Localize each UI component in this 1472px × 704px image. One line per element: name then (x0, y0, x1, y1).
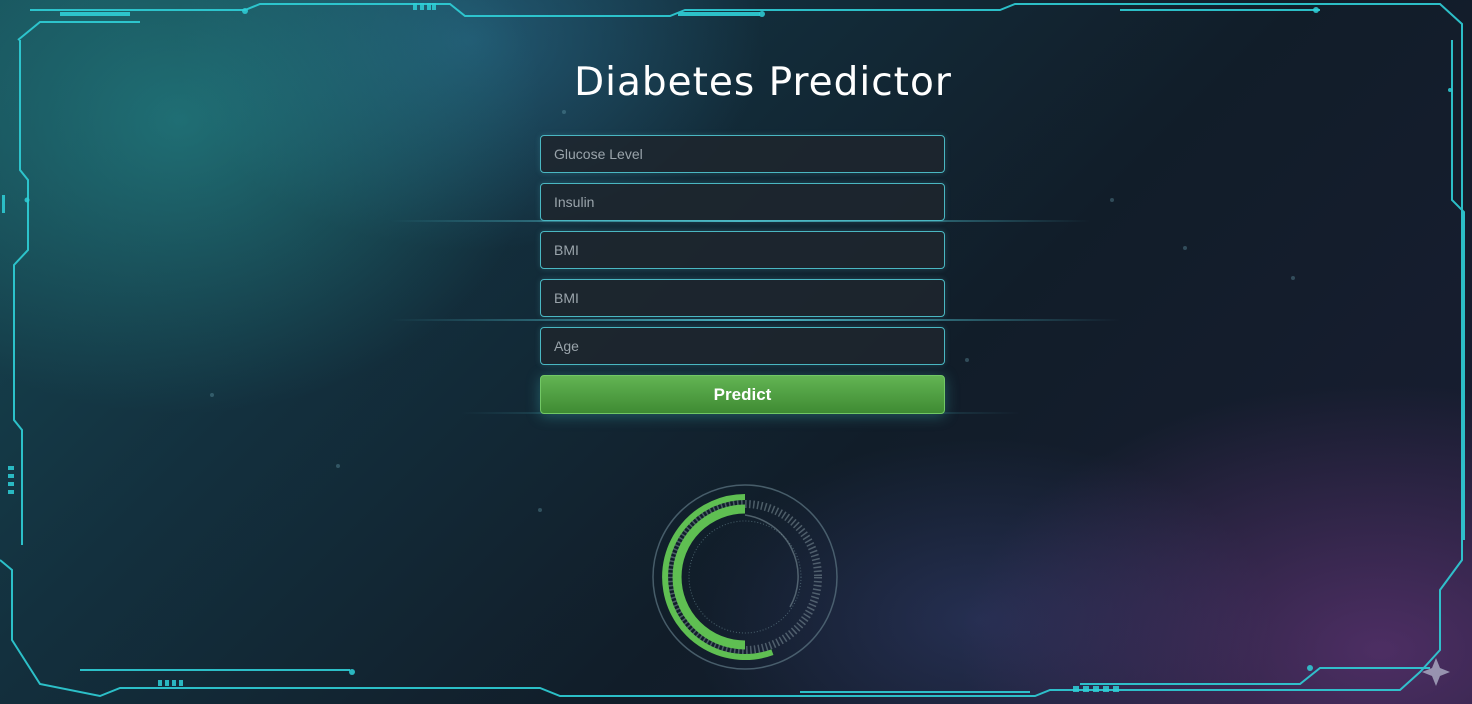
bmi-input-second[interactable] (540, 279, 945, 317)
insulin-input[interactable] (540, 183, 945, 221)
prediction-form: Predict (540, 135, 945, 414)
bmi-input[interactable] (540, 231, 945, 269)
age-input[interactable] (540, 327, 945, 365)
gauge-guide-arc (744, 514, 799, 608)
gauge-progress-arc-inner (672, 504, 746, 650)
predict-button[interactable]: Predict (540, 375, 945, 414)
app-window: Diabetes Predictor Predict (0, 0, 1472, 704)
page-title: Diabetes Predictor (574, 60, 952, 105)
progress-ring-gauge (652, 484, 838, 670)
glucose-level-input[interactable] (540, 135, 945, 173)
